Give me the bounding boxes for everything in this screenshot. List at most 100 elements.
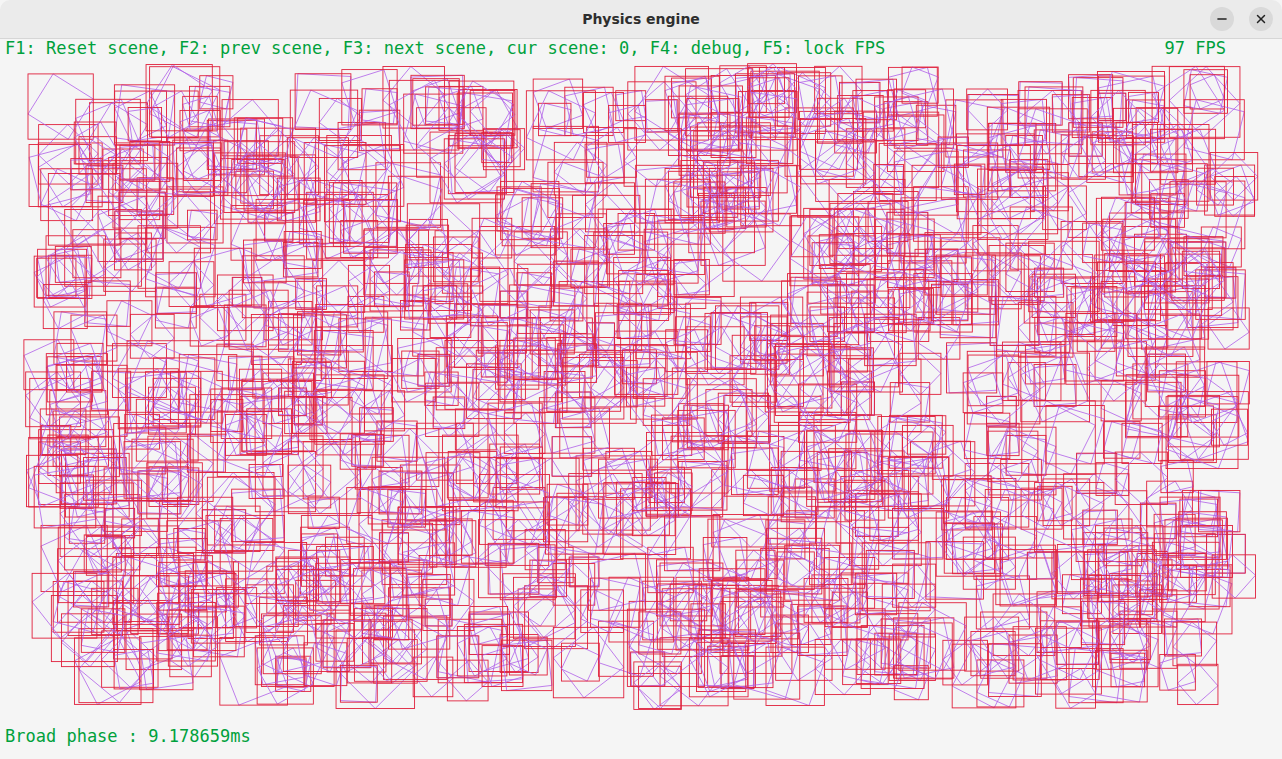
body-shape [75, 638, 142, 705]
body-aabb [310, 397, 352, 439]
body-aabb [547, 337, 621, 411]
body-shape [1208, 308, 1249, 349]
body-aabb [533, 126, 599, 192]
physics-body [539, 306, 599, 366]
physics-body [374, 640, 418, 684]
physics-body [1035, 628, 1101, 694]
physics-body [253, 357, 294, 398]
physics-body [804, 208, 875, 279]
body-shape [1179, 512, 1227, 560]
body-shape [60, 483, 133, 557]
simulation-viewport[interactable]: F1: Reset scene, F2: prev scene, F3: nex… [0, 39, 1282, 759]
physics-body [963, 537, 1015, 589]
body-aabb [128, 108, 161, 141]
body-shape [946, 100, 1003, 157]
physics-body [947, 497, 1009, 559]
physics-body [947, 343, 997, 393]
body-shape [963, 537, 1015, 589]
body-aabb [146, 65, 212, 131]
body-shape [1189, 566, 1230, 607]
physics-body [115, 145, 160, 190]
body-aabb [37, 258, 76, 297]
physics-body [840, 82, 881, 122]
body-aabb [109, 157, 167, 215]
body-aabb [703, 538, 747, 582]
physics-body [1160, 565, 1197, 602]
body-aabb [26, 372, 81, 427]
physics-body [617, 305, 651, 339]
body-shape [1077, 314, 1115, 352]
physics-body [853, 527, 909, 583]
body-shape [413, 79, 460, 126]
body-aabb [1164, 619, 1201, 656]
body-shape [749, 165, 797, 213]
body-shape [926, 542, 984, 600]
body-shape [406, 245, 472, 311]
body-aabb [840, 82, 880, 122]
body-shape [26, 372, 81, 427]
body-aabb [140, 556, 213, 629]
body-shape [804, 208, 875, 279]
physics-body [1208, 308, 1249, 349]
body-aabb [319, 98, 361, 140]
physics-body [295, 74, 351, 130]
body-aabb [817, 507, 879, 569]
body-aabb [1196, 270, 1246, 320]
close-icon [1254, 12, 1268, 26]
body-shape [594, 303, 641, 350]
close-button[interactable] [1249, 7, 1273, 31]
physics-body [976, 576, 1029, 629]
body-aabb [746, 117, 793, 164]
physics-body [894, 89, 953, 148]
body-aabb [817, 453, 867, 503]
physics-body [553, 627, 624, 697]
physics-body [109, 157, 167, 215]
physics-body [926, 542, 984, 600]
physics-body [1205, 165, 1255, 215]
body-aabb [1081, 601, 1124, 644]
body-aabb [800, 118, 865, 183]
body-shape [336, 630, 415, 709]
body-shape [295, 74, 351, 130]
physics-body [426, 87, 463, 124]
physics-body [46, 354, 107, 415]
minimize-button[interactable] [1210, 7, 1234, 31]
body-shape [1097, 619, 1147, 669]
physics-body [39, 430, 114, 505]
body-shape [79, 629, 153, 703]
body-aabb [292, 361, 364, 433]
body-aabb [1035, 268, 1064, 297]
body-shape [639, 666, 681, 708]
body-shape [85, 281, 131, 326]
body-shape [678, 462, 727, 511]
body-shape [798, 606, 848, 656]
body-aabb [615, 331, 678, 394]
body-aabb [190, 86, 230, 126]
body-shape [46, 354, 107, 415]
body-shape [317, 390, 382, 455]
window-controls [1210, 7, 1273, 31]
body-aabb [38, 249, 87, 298]
body-shape [996, 297, 1056, 357]
body-aabb [553, 564, 595, 606]
physics-body [892, 508, 943, 559]
physics-body [708, 519, 768, 579]
body-aabb [413, 79, 459, 125]
physics-body [292, 361, 364, 433]
body-shape [425, 599, 452, 626]
body-aabb [498, 318, 565, 385]
physics-body [37, 258, 76, 297]
body-aabb [1160, 565, 1197, 602]
body-shape [514, 380, 558, 424]
body-shape [547, 338, 621, 412]
physics-body [26, 372, 81, 427]
body-aabb [1184, 70, 1228, 114]
body-shape [60, 475, 93, 508]
body-aabb [666, 330, 708, 372]
body-shape [976, 576, 1029, 629]
body-aabb [288, 442, 360, 514]
physics-body [565, 87, 613, 135]
physics-body [1179, 512, 1227, 560]
physics-body [776, 624, 832, 680]
physics-body [817, 453, 867, 503]
